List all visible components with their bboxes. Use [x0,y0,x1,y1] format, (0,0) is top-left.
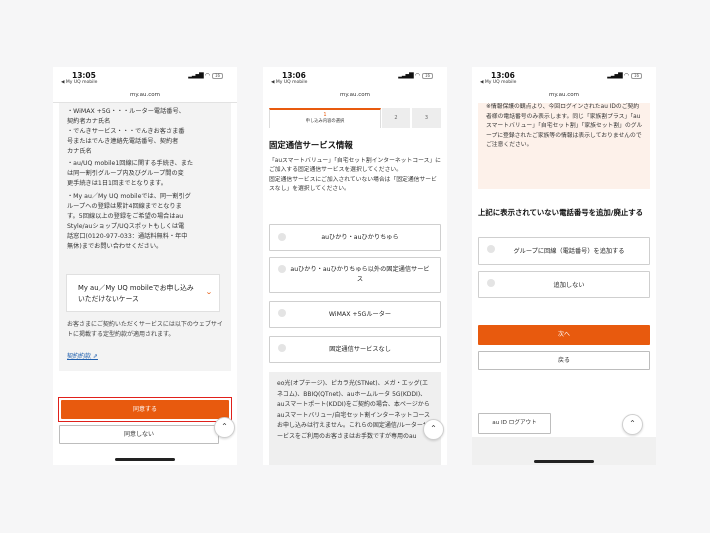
status-indicators: ▂▃▅▇ ◠ 16 [607,72,642,79]
step-indicator: 1 申し込み内容の選択 2 3 [269,108,441,128]
battery-icon: 16 [212,72,223,79]
chevron-up-icon: ⌃ [629,419,636,428]
terms-note: お客さまにご契約いただくサービスには以下のウェブサイトに掲載する定型約款が適用さ… [67,321,223,338]
radio-icon [278,233,286,241]
option-label: 固定通信サービスなし [329,346,391,353]
case-accordion[interactable]: My au／My UQ mobileでお申し込みいただけないケース ⌄ [66,274,220,312]
conditions-item: 話窓口(0120-977-033：通話料無料・年中 [67,233,188,240]
phone-screen-consent: 13:05 ◀ My UQ mobile ▂▃▅▇ ◠ 16 my.au.com… [53,67,237,465]
option-label: グループに回線（電話番号）を追加する [513,248,625,255]
status-time: 13:05 [72,71,96,80]
conditions-item: 契約者カナ氏名 [67,118,111,125]
status-indicators: ▂▃▅▇ ◠ 16 [398,72,433,79]
privacy-notice: ※情報保護の観点より、今回ログインされたau IDのご契約者様の電話番号のみ表示… [478,103,650,189]
highlight-frame [58,397,232,422]
radio-icon [278,344,286,352]
url-bar[interactable]: my.au.com [472,92,656,98]
option-label: auひかり・auひかりちゅら以外の固定通信サービス [290,266,430,283]
option-label: 追加しない [553,282,585,289]
option-no-add[interactable]: 追加しない [478,271,650,298]
case-accordion-label: My au／My UQ mobileでお申し込みいただけないケース [78,284,194,303]
radio-icon [487,245,495,253]
logout-button[interactable]: au ID ログアウト [478,413,551,434]
step-1: 1 申し込み内容の選択 [269,108,381,128]
status-indicators: ▂▃▅▇ ◠ 16 [188,72,223,79]
conditions-item: Style/auショップ/UQスポットもしくは電 [67,223,185,230]
step-3: 3 [412,108,441,128]
phone-screen-add-number: 13:06 ◀ My UQ mobile ▂▃▅▇ ◠ 16 my.au.com… [472,67,656,465]
conditions-item: カナ氏名 [67,148,92,155]
status-time: 13:06 [491,71,515,80]
back-to-app-link[interactable]: ◀ My UQ mobile [480,80,516,85]
radio-icon [487,279,495,287]
option-add-line[interactable]: グループに回線（電話番号）を追加する [478,237,650,265]
url-bar[interactable]: my.au.com [263,92,447,98]
url-bar[interactable]: my.au.com [53,92,237,98]
conditions-item: 更手続きは1日1回までとなります。 [67,180,167,187]
back-button[interactable]: 戻る [478,351,650,370]
conditions-item: 無休)までお問い合わせください。 [67,243,163,250]
option-au-hikari[interactable]: auひかり・auひかりちゅら [269,224,441,251]
option-label: auひかり・auひかりちゅら [321,234,399,241]
chevron-up-icon: ⌃ [221,422,228,431]
signal-icon: ▂▃▅▇ [607,72,623,79]
info-text: eo光(オプテージ)、ピカラ光(STNet)、メガ・エッグ(エネコム)、BBIQ… [277,380,431,440]
option-wimax[interactable]: WiMAX +5Gルーター [269,301,441,328]
battery-icon: 16 [422,72,433,79]
terms-link[interactable]: 契約約款 ⇗ [67,351,98,360]
home-indicator [534,460,594,463]
home-indicator [115,458,175,461]
signal-icon: ▂▃▅▇ [398,72,414,79]
conditions-item: は同一割引グループ内及びグループ間の変 [67,170,184,177]
conditions-item: ・My au／My UQ mobileでは、同一割引グ [67,193,191,200]
chevron-down-icon: ⌄ [205,288,213,296]
description-line: 「auスマートバリュー」「自宅セット割インターネットコース」にご加入する固定通信… [269,158,441,174]
status-bar: 13:06 ◀ My UQ mobile ▂▃▅▇ ◠ 16 [263,67,447,88]
section-title: 上記に表示されていない電話番号を追加/廃止する [478,208,644,217]
back-to-app-link[interactable]: ◀ My UQ mobile [61,80,97,85]
status-time: 13:06 [282,71,306,80]
description: 「auスマートバリュー」「自宅セット割インターネットコース」にご加入する固定通信… [269,157,441,194]
scroll-top-button[interactable]: ⌃ [622,414,643,435]
conditions-item: ・WiMAX +5G・・・ルーター電話番号、 [67,108,185,115]
conditions-item: す。5回線以上の登録をご希望の場合はau [67,213,184,220]
info-panel: eo光(オプテージ)、ピカラ光(STNet)、メガ・エッグ(エネコム)、BBIQ… [269,372,441,465]
signal-icon: ▂▃▅▇ [188,72,204,79]
back-to-app-link[interactable]: ◀ My UQ mobile [271,80,307,85]
terms-link-label: 契約約款 [67,353,92,360]
step-2: 2 [382,108,410,128]
option-none[interactable]: 固定通信サービスなし [269,336,441,363]
step-label: 申し込み内容の選択 [305,119,345,124]
step-number: 3 [424,115,429,121]
scroll-top-button[interactable]: ⌃ [423,419,444,440]
radio-icon [278,309,286,317]
phone-screen-fixed-service: 13:06 ◀ My UQ mobile ▂▃▅▇ ◠ 16 my.au.com… [263,67,447,465]
option-other-fixed[interactable]: auひかり・auひかりちゅら以外の固定通信サービス [269,257,441,293]
wifi-icon: ◠ [204,72,210,79]
external-link-icon: ⇗ [91,353,98,360]
wifi-icon: ◠ [414,72,420,79]
next-button[interactable]: 次へ [478,325,650,345]
scroll-top-button[interactable]: ⌃ [214,417,235,438]
conditions-item: ループへの登録は累計4回線までとなりま [67,203,182,210]
page-title: 固定通信サービス情報 [269,140,353,150]
description-line: 固定通信サービスにご加入されていない場合は「固定通信サービスなし」を選択してくだ… [269,176,437,192]
chevron-up-icon: ⌃ [430,424,437,433]
disagree-button[interactable]: 同意しない [59,425,219,444]
privacy-notice-text: ※情報保護の観点より、今回ログインされたau IDのご契約者様の電話番号のみ表示… [486,104,643,148]
option-label: WiMAX +5Gルーター [328,311,392,318]
status-bar: 13:05 ◀ My UQ mobile ▂▃▅▇ ◠ 16 [53,67,237,88]
radio-icon [278,265,286,273]
status-bar: 13:06 ◀ My UQ mobile ▂▃▅▇ ◠ 16 [472,67,656,88]
wifi-icon: ◠ [623,72,629,79]
step-number: 2 [394,115,398,121]
conditions-item: ・au/UQ mobile1回線に関する手続き、また [67,160,194,167]
conditions-item: ・でんきサービス・・・でんきお客さま番 [67,128,185,135]
battery-icon: 16 [631,72,642,79]
conditions-item: 号またはでんき連絡先電話番号、契約者 [67,138,179,145]
